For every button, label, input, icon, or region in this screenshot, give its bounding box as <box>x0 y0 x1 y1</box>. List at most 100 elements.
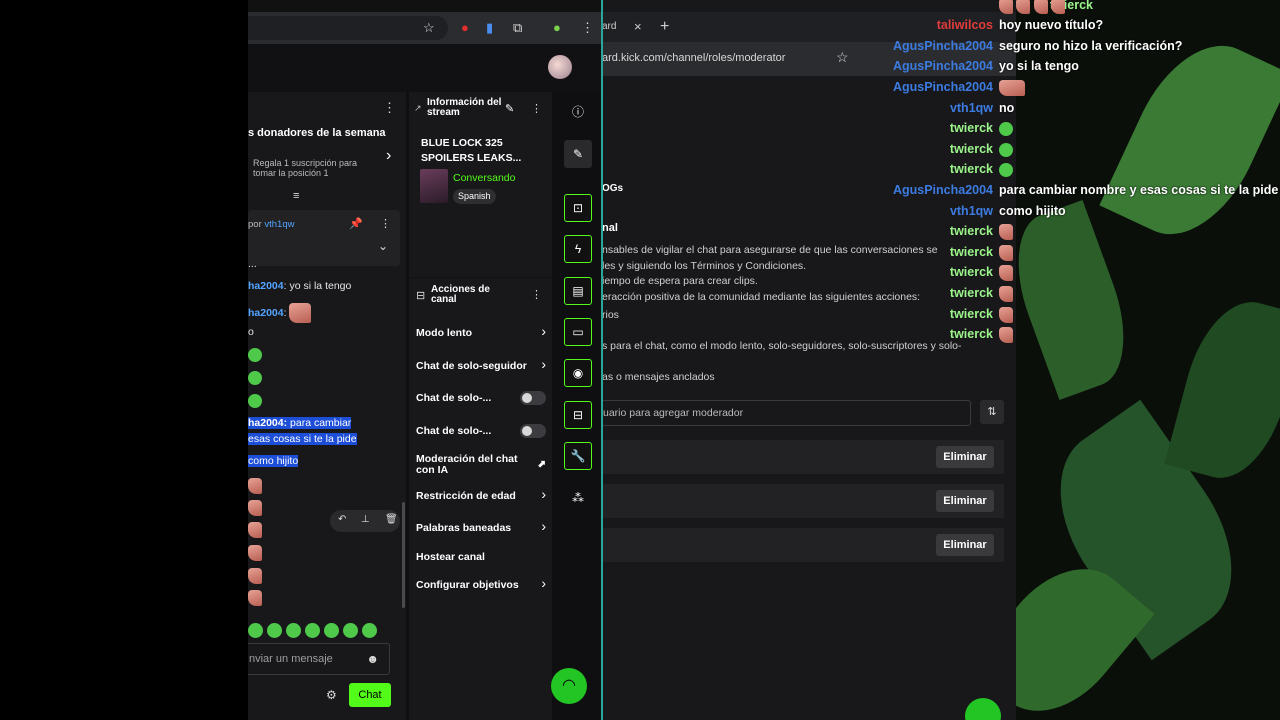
pencil-icon[interactable]: ✎ <box>505 102 514 115</box>
toggle-switch[interactable] <box>520 424 546 438</box>
delete-button[interactable]: Eliminar <box>936 446 994 468</box>
pinned-menu-dots-icon[interactable]: ⋮ <box>380 217 391 230</box>
action-age-restriction[interactable]: Restricción de edad › <box>416 486 546 502</box>
overlay-emote <box>999 286 1013 302</box>
action-ai-moderation[interactable]: Moderación del chat con IA ⬈ <box>416 454 546 476</box>
document-icon[interactable]: ▤ <box>564 277 592 305</box>
screenshot-icon[interactable]: ⊡ <box>564 194 592 222</box>
layout-icon[interactable]: ⊟ <box>564 401 592 429</box>
info-icon[interactable]: ⓘ <box>564 98 592 126</box>
description-line: iempo de espera para crear clips. <box>602 275 758 287</box>
headset-help-button[interactable]: ◠ <box>551 668 587 704</box>
donors-title: s donadores de la semana <box>248 127 386 139</box>
stream-tools-column: ↗ Información del stream ✎ ⋮ BLUE LOCK 3… <box>409 92 552 720</box>
overlay-username: AgusPincha2004 <box>892 39 993 53</box>
action-configure-goals[interactable]: Configurar objetivos › <box>416 576 546 591</box>
overlay-username: twierck <box>949 265 993 279</box>
pin-icon[interactable]: ⊥ <box>361 514 370 525</box>
wrench-icon[interactable]: 🔧 <box>564 442 592 470</box>
trash-icon[interactable]: 🗑 <box>385 514 398 525</box>
emote-icon[interactable] <box>362 623 377 639</box>
emote-icon[interactable] <box>248 623 263 639</box>
overlay-username: AgusPincha2004 <box>892 80 993 94</box>
stream-chat-overlay: twierck taliwilcos hoy nuevo título? Agu… <box>880 0 1280 350</box>
group-icon[interactable]: ⁂ <box>564 484 592 512</box>
menu-dots-icon[interactable]: ⋮ <box>581 20 594 36</box>
emoji-icon[interactable]: ☻ <box>366 652 379 666</box>
window-top-strip <box>248 0 601 12</box>
overlay-username: twierck <box>949 286 993 300</box>
expand-icon[interactable]: ↗ <box>414 103 422 114</box>
dashboard-header <box>248 44 601 92</box>
extension-icon[interactable]: ▮ <box>486 20 493 36</box>
emote-icon[interactable] <box>343 623 358 639</box>
action-banned-words[interactable]: Palabras baneadas › <box>416 518 546 534</box>
pin-icon[interactable]: 📌 <box>349 217 363 230</box>
profile-icon[interactable]: ● <box>553 20 561 36</box>
section-heading: OGs <box>602 183 624 194</box>
emote-icon[interactable] <box>305 623 320 639</box>
menu-dots-icon[interactable]: ⋮ <box>531 102 542 115</box>
bookmark-star-icon[interactable]: ☆ <box>836 49 849 66</box>
pencil-icon[interactable]: ✎ <box>564 140 592 168</box>
chevron-right-icon: › <box>541 323 546 339</box>
chat-ellipsis: ... <box>248 258 257 270</box>
emote-icon[interactable] <box>324 623 339 639</box>
chat-message: ha2004: <box>248 303 312 323</box>
avatar[interactable] <box>548 55 572 79</box>
chevron-right-icon: › <box>541 518 546 534</box>
extensions-puzzle-icon[interactable]: ⧉ <box>513 20 522 36</box>
action-slow-mode[interactable]: Modo lento › <box>416 323 546 339</box>
action-host-channel[interactable]: Hostear canal <box>416 552 546 563</box>
category-name[interactable]: Conversando <box>453 172 515 184</box>
new-tab-button[interactable]: + <box>660 12 669 42</box>
delete-button[interactable]: Eliminar <box>936 534 994 556</box>
menu-dots-icon[interactable]: ⋮ <box>531 288 542 301</box>
chevron-right-icon[interactable]: › <box>386 147 391 165</box>
chat-emote <box>248 590 262 606</box>
chat-message-highlighted: como hijito <box>248 455 299 467</box>
browser-tab[interactable]: ard <box>602 12 662 42</box>
url-field[interactable] <box>248 16 448 40</box>
overlay-username: taliwilcos <box>936 18 993 32</box>
chat-emote <box>248 522 262 538</box>
tab-close-icon[interactable]: × <box>634 12 642 42</box>
overlay-emote <box>999 142 1013 157</box>
chat-menu-dots-icon[interactable]: ⋮ <box>383 100 396 116</box>
broadcast-icon[interactable]: ◉ <box>564 359 592 387</box>
send-chat-button[interactable]: Chat <box>349 683 391 707</box>
extension-icon[interactable]: ● <box>461 20 469 36</box>
sort-icon[interactable]: ⇅ <box>980 400 1004 424</box>
emote-icon[interactable] <box>267 623 282 639</box>
chevron-down-icon[interactable]: ⌄ <box>378 239 388 253</box>
filter-icon: ≡ <box>293 190 300 202</box>
emote-icon[interactable] <box>286 623 301 639</box>
overlay-username: twierck <box>949 162 993 176</box>
url-text[interactable]: ard.kick.com/channel/roles/moderator <box>602 52 785 64</box>
reply-icon[interactable]: ↶ <box>338 514 346 525</box>
overlay-username: vth1qw <box>949 204 993 218</box>
description-line: les y siguiendo los Términos y Condicion… <box>602 260 807 272</box>
overlay-username: twierck <box>949 224 993 238</box>
overlay-message: como hijito <box>999 204 1066 218</box>
section-heading: nal <box>602 222 618 234</box>
toggle-switch[interactable] <box>520 391 546 405</box>
add-moderator-input[interactable]: uario para agregar moderador <box>602 400 971 426</box>
chat-emote <box>248 478 262 494</box>
chat-message-input[interactable]: nviar un mensaje ☻ <box>248 643 390 675</box>
chevron-right-icon: › <box>541 486 546 502</box>
bookmark-star-icon[interactable]: ☆ <box>423 20 435 36</box>
action-subscribers-only: Chat de solo-... <box>416 391 546 405</box>
chat-scrollbar[interactable] <box>402 502 405 608</box>
overlay-message: seguro no hizo la verificación? <box>999 39 1183 53</box>
chat-bubble-icon[interactable]: ▭ <box>564 318 592 346</box>
overlay-username: twierck <box>949 121 993 135</box>
overlay-username: twierck <box>949 142 993 156</box>
chat-emote <box>248 348 262 362</box>
gear-icon[interactable]: ⚙ <box>326 688 337 702</box>
action-followers-only[interactable]: Chat de solo-seguidor › <box>416 357 546 372</box>
delete-button[interactable]: Eliminar <box>936 490 994 512</box>
lightning-icon[interactable]: ϟ <box>564 235 592 263</box>
chat-message: ha2004: yo si la tengo <box>248 280 352 292</box>
action-solo-chat: Chat de solo-... <box>416 424 546 438</box>
